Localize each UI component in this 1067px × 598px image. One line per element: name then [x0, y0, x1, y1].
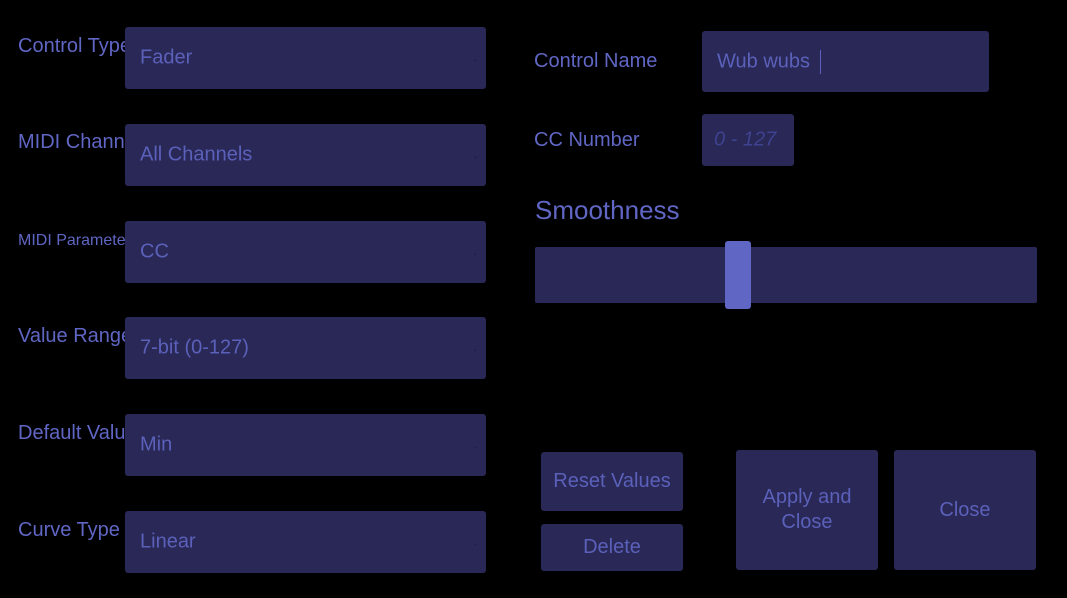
control-name-label: Control Name: [534, 50, 658, 72]
curve-type-dropdown[interactable]: Linear ⌄: [125, 511, 486, 573]
delete-button[interactable]: Delete: [541, 524, 683, 571]
text-cursor: [820, 50, 821, 74]
control-type-label: Control Type: [18, 35, 132, 57]
slider-handle[interactable]: [725, 241, 752, 309]
midi-channel-dropdown[interactable]: All Channels ⌄: [125, 124, 486, 186]
control-name-value: Wub wubs: [717, 50, 811, 72]
midi-channel-label: MIDI Channel: [18, 131, 141, 153]
apply-and-close-button[interactable]: Apply and Close: [736, 450, 878, 570]
midi-parameter-label: MIDI Parameter: [18, 232, 131, 249]
cc-number-placeholder: 0 - 127: [714, 128, 777, 151]
control-type-value: Fader: [140, 46, 193, 69]
default-value-dropdown[interactable]: Min ⌄: [125, 414, 486, 476]
control-name-input[interactable]: Wub wubs: [702, 31, 989, 92]
midi-channel-value: All Channels: [140, 143, 253, 166]
default-value-value: Min: [140, 433, 173, 456]
curve-type-label: Curve Type: [18, 519, 120, 541]
value-range-dropdown[interactable]: 7-bit (0-127) ⌄: [125, 317, 486, 379]
cc-number-label: CC Number: [534, 129, 640, 151]
default-value-label: Default Value: [18, 422, 137, 444]
value-range-value: 7-bit (0-127): [140, 336, 249, 359]
smoothness-label: Smoothness: [535, 195, 680, 225]
chevron-down-icon: ⌄: [472, 538, 479, 548]
smoothness-slider[interactable]: [535, 241, 1037, 309]
chevron-down-icon: ⌄: [472, 151, 479, 161]
close-button[interactable]: Close: [894, 450, 1036, 570]
midi-parameter-value: CC: [140, 240, 169, 263]
cc-number-input[interactable]: 0 - 127: [702, 114, 794, 166]
reset-values-button[interactable]: Reset Values: [541, 452, 683, 511]
midi-parameter-dropdown[interactable]: CC ⌄: [125, 221, 486, 283]
chevron-down-icon: ⌄: [472, 344, 479, 354]
chevron-down-icon: ⌄: [472, 54, 479, 64]
control-type-dropdown[interactable]: Fader ⌄: [125, 27, 486, 89]
chevron-down-icon: ⌄: [472, 248, 479, 258]
chevron-down-icon: ⌄: [472, 441, 479, 451]
value-range-label: Value Range: [18, 325, 133, 347]
curve-type-value: Linear: [140, 530, 196, 553]
